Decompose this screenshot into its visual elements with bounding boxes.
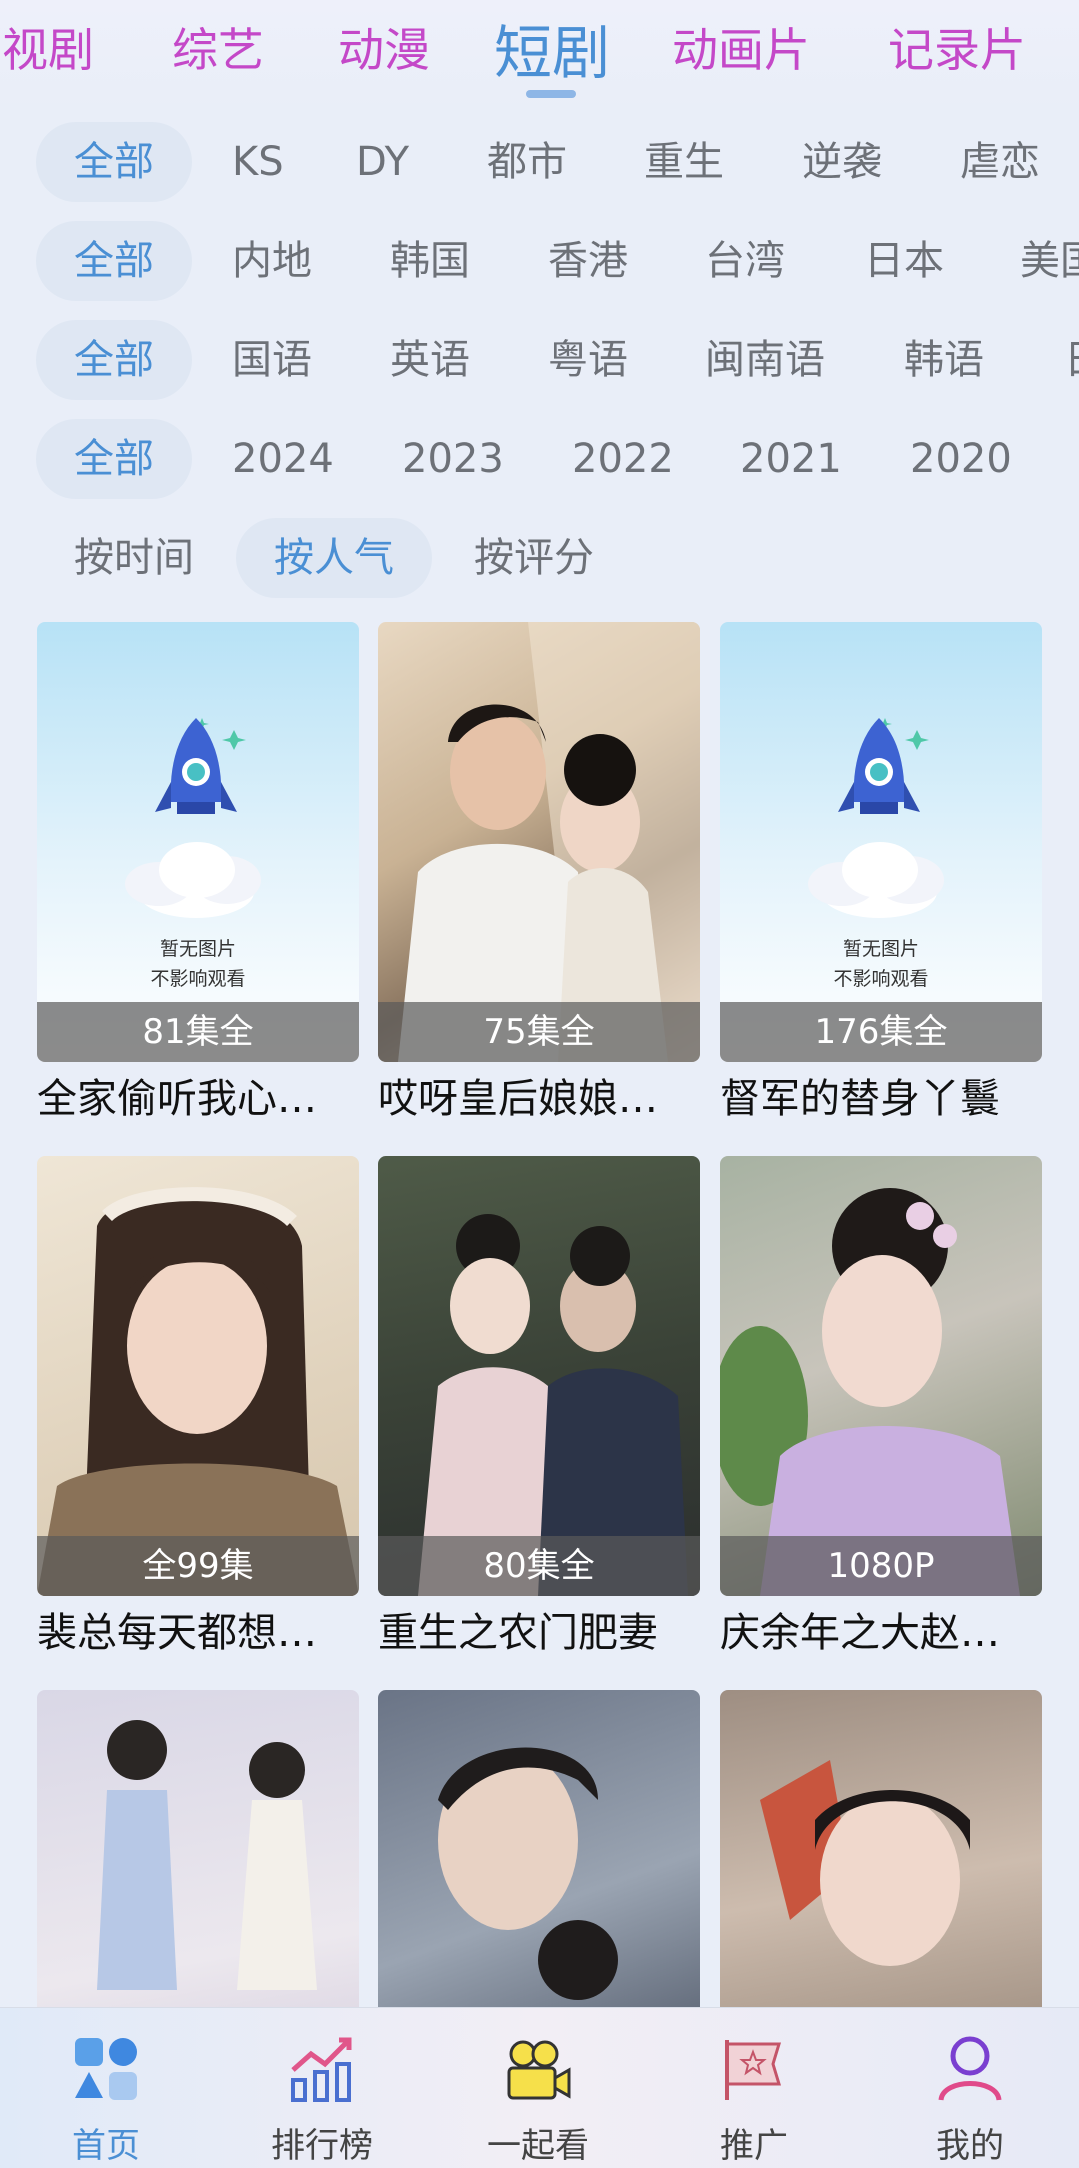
placeholder-line1: 暂无图片: [842, 938, 919, 960]
sort-by-time[interactable]: 按时间: [74, 518, 194, 598]
filter-region-all[interactable]: 全部: [36, 221, 192, 301]
filter-genre-comeback[interactable]: 逆袭: [802, 122, 882, 202]
portrait-photo-icon: [37, 1187, 359, 1596]
sort-row: 按时间 按人气 按评分: [0, 518, 1079, 598]
filter-year-2022[interactable]: 2022: [572, 419, 674, 499]
nav-home-label: 首页: [72, 2126, 140, 2166]
filter-year-2023[interactable]: 2023: [402, 419, 504, 499]
rocket-cloud-icon: [808, 718, 944, 918]
card-title[interactable]: 重生之农门肥妻: [378, 1600, 700, 1666]
promotion-flag-icon: [725, 2040, 782, 2100]
filter-genre-all[interactable]: 全部: [36, 122, 192, 202]
tab-documentary[interactable]: 记录片: [888, 14, 1026, 80]
nav-profile-label: 我的: [936, 2126, 1004, 2166]
filter-language-mandarin[interactable]: 国语: [232, 320, 312, 400]
filter-year-2021[interactable]: 2021: [740, 419, 842, 499]
language-filter-row: 全部 国语 英语 粤语 闽南语 韩语 日: [0, 320, 1079, 400]
profile-icon: [938, 2036, 1002, 2101]
nav-watch-together-label: 一起看: [487, 2126, 589, 2166]
filter-year-2020[interactable]: 2020: [910, 419, 1012, 499]
filter-genre-ks[interactable]: KS: [232, 122, 284, 202]
ranking-chart-icon: [291, 2037, 352, 2102]
card-title[interactable]: 全家偷听我心…: [37, 1066, 359, 1132]
placeholder-line2: 不影响观看: [833, 968, 929, 990]
filter-region-japan[interactable]: 日本: [864, 221, 944, 301]
filter-language-japanese[interactable]: 日: [1064, 320, 1079, 400]
nav-promotion-label: 推广: [720, 2126, 788, 2166]
filter-region-taiwan[interactable]: 台湾: [705, 221, 785, 301]
filter-region-hongkong[interactable]: 香港: [548, 221, 628, 301]
rocket-cloud-icon: [125, 718, 261, 918]
card-title[interactable]: 哎呀皇后娘娘…: [378, 1066, 700, 1132]
top-category-tabs: 视剧 综艺 动漫 短剧 动画片 记录片: [0, 0, 1079, 110]
placeholder-line2: 不影响观看: [150, 968, 246, 990]
year-filter-row: 全部 2024 2023 2022 2021 2020: [0, 419, 1079, 499]
poster-image: 75集全: [378, 622, 700, 1062]
filter-language-cantonese[interactable]: 粤语: [548, 320, 628, 400]
filter-language-english[interactable]: 英语: [390, 320, 470, 400]
poster-image: 1080P: [720, 1156, 1042, 1596]
card-title[interactable]: 裴总每天都想…: [37, 1600, 359, 1666]
filter-genre-rebirth[interactable]: 重生: [644, 122, 724, 202]
card-title[interactable]: 督军的替身丫鬟: [720, 1066, 1042, 1132]
filter-year-all[interactable]: 全部: [36, 419, 192, 499]
filter-language-minnan[interactable]: 闽南语: [705, 320, 825, 400]
video-camera-icon: [507, 2040, 571, 2100]
filter-genre-dy[interactable]: DY: [356, 122, 409, 202]
episode-badge: 80集全: [378, 1536, 700, 1596]
home-icon: [75, 2038, 137, 2100]
tab-anime[interactable]: 动漫: [338, 14, 430, 80]
nav-ranking[interactable]: 排行榜: [232, 2008, 412, 2168]
episode-badge: 1080P: [720, 1536, 1042, 1596]
couple-photo-icon: [418, 1214, 688, 1596]
couple-photo-icon: [398, 622, 700, 1062]
nav-profile[interactable]: 我的: [880, 2008, 1060, 2168]
episode-badge: 176集全: [720, 1002, 1042, 1062]
poster-placeholder: 暂无图片 不影响观看 176集全: [720, 622, 1042, 1062]
bottom-navigation: 首页 排行榜 一起看 推广 我的: [0, 2007, 1079, 2168]
tab-variety[interactable]: 综艺: [172, 14, 264, 80]
filter-genre-urban[interactable]: 都市: [487, 122, 567, 202]
nav-ranking-label: 排行榜: [271, 2126, 373, 2166]
episode-badge: 75集全: [378, 1002, 700, 1062]
episode-badge: 全99集: [37, 1536, 359, 1596]
filter-year-2024[interactable]: 2024: [232, 419, 334, 499]
region-filter-row: 全部 内地 韩国 香港 台湾 日本 美国: [0, 221, 1079, 301]
filter-region-usa[interactable]: 美国: [1020, 221, 1079, 301]
active-tab-indicator: [526, 90, 576, 98]
poster-placeholder: 暂无图片 不影响观看 81集全: [37, 622, 359, 1062]
nav-promotion[interactable]: 推广: [664, 2008, 844, 2168]
tab-short-drama[interactable]: 短剧: [494, 6, 610, 90]
sort-by-popularity[interactable]: 按人气: [236, 518, 432, 598]
tab-cartoon[interactable]: 动画片: [672, 14, 810, 80]
sort-by-rating[interactable]: 按评分: [474, 518, 594, 598]
poster-image: 全99集: [37, 1156, 359, 1596]
placeholder-line1: 暂无图片: [159, 938, 236, 960]
poster-image: 80集全: [378, 1156, 700, 1596]
filter-language-all[interactable]: 全部: [36, 320, 192, 400]
filter-language-korean[interactable]: 韩语: [904, 320, 984, 400]
card-title[interactable]: 庆余年之大赵…: [720, 1600, 1042, 1666]
tab-tv-series[interactable]: 视剧: [2, 14, 94, 80]
portrait-photo-icon: [720, 1188, 1020, 1596]
episode-badge: 81集全: [37, 1002, 359, 1062]
nav-home[interactable]: 首页: [16, 2008, 196, 2168]
genre-filter-row: 全部 KS DY 都市 重生 逆袭 虐恋: [0, 122, 1079, 202]
filter-region-mainland[interactable]: 内地: [232, 221, 312, 301]
nav-watch-together[interactable]: 一起看: [448, 2008, 628, 2168]
filter-genre-angst[interactable]: 虐恋: [960, 122, 1040, 202]
filter-region-korea[interactable]: 韩国: [390, 221, 470, 301]
